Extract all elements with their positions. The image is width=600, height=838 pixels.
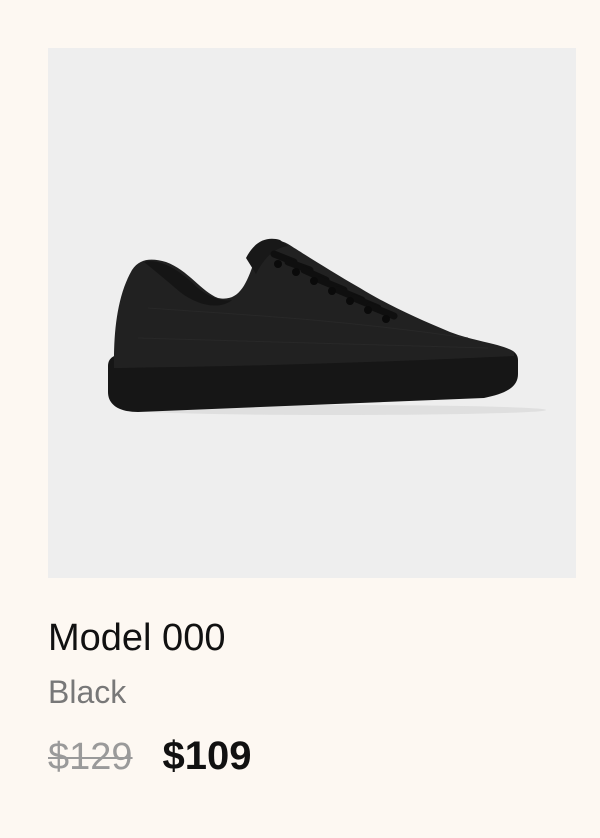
original-price: $129 [48, 736, 133, 778]
product-card[interactable]: Model 000 Black $129 $109 [48, 48, 576, 780]
price-row: $129 $109 [48, 733, 576, 780]
sneaker-icon [108, 238, 546, 415]
product-title[interactable]: Model 000 [48, 616, 576, 660]
product-image[interactable] [48, 48, 576, 578]
product-color-label: Black [48, 674, 127, 710]
sale-price: $109 [162, 734, 252, 778]
